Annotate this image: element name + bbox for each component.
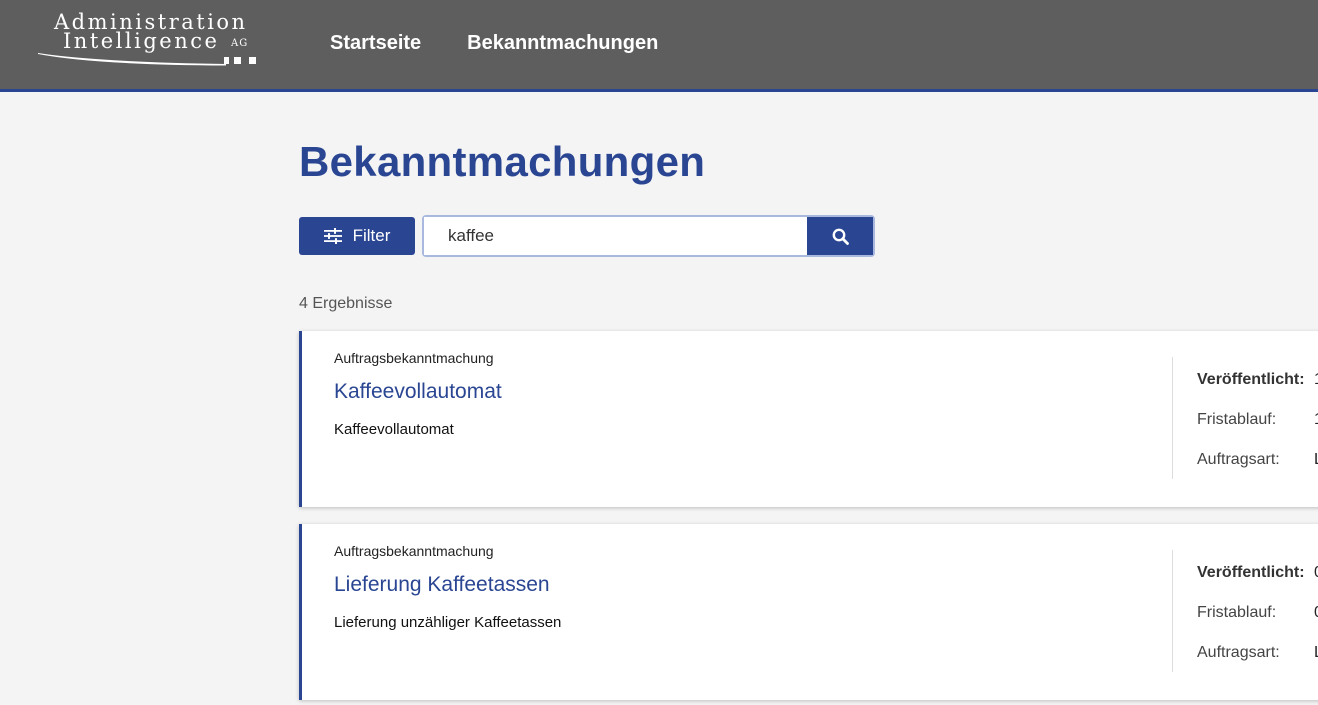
filter-button[interactable]: Filter: [299, 217, 415, 255]
meta-value-order-type: L: [1314, 451, 1318, 469]
filter-button-label: Filter: [352, 226, 391, 245]
sliders-icon: [323, 228, 342, 244]
meta-value-deadline: 0: [1314, 604, 1318, 622]
card-type: Auftragsbekanntmachung: [334, 350, 494, 366]
meta-label-deadline: Fristablauf:: [1197, 411, 1277, 428]
company-logo[interactable]: Administration Intelligence AG: [36, 8, 266, 72]
card-divider: [1172, 357, 1173, 479]
card-title-link[interactable]: Kaffeevollautomat: [334, 380, 502, 404]
page-title: Bekanntmachungen: [299, 138, 706, 185]
search-input[interactable]: [424, 217, 808, 255]
card-description: Kaffeevollautomat: [334, 421, 454, 438]
result-count: 4 Ergebnisse: [299, 295, 393, 312]
card-title-link[interactable]: Lieferung Kaffeetassen: [334, 573, 550, 597]
meta-label-order-type: Auftragsart:: [1197, 451, 1280, 468]
meta-label-deadline: Fristablauf:: [1197, 604, 1277, 621]
nav-link-startseite[interactable]: Startseite: [330, 32, 421, 55]
meta-value-published: 0: [1314, 564, 1318, 582]
result-card: Auftragsbekanntmachung Kaffeevollautomat…: [299, 331, 1318, 507]
card-description: Lieferung unzähliger Kaffeetassen: [334, 614, 562, 631]
meta-value-published: 1: [1314, 371, 1318, 389]
search-icon: [832, 228, 849, 245]
top-header: Administration Intelligence AG Startseit…: [0, 0, 1318, 92]
meta-label-published: Veröffentlicht:: [1197, 564, 1305, 581]
meta-label-published: Veröffentlicht:: [1197, 371, 1305, 388]
search-bar: [422, 215, 875, 257]
meta-value-order-type: L: [1314, 644, 1318, 662]
result-card: Auftragsbekanntmachung Lieferung Kaffeet…: [299, 524, 1318, 700]
meta-value-deadline: 1: [1314, 411, 1318, 429]
search-button[interactable]: [808, 217, 873, 255]
logo-swoosh-icon: [38, 53, 256, 66]
main-nav: Startseite Bekanntmachungen: [330, 32, 658, 55]
nav-link-bekanntmachungen[interactable]: Bekanntmachungen: [467, 32, 658, 55]
card-divider: [1172, 550, 1173, 672]
card-type: Auftragsbekanntmachung: [334, 543, 494, 559]
meta-label-order-type: Auftragsart:: [1197, 644, 1280, 661]
